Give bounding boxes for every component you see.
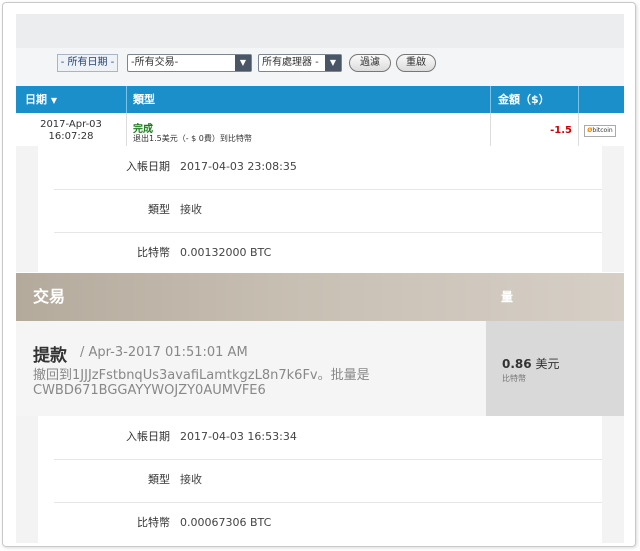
top-bar — [16, 14, 624, 48]
detail-value: 接收 — [180, 473, 202, 486]
detail-row-posted-date: 入帳日期 2017-04-03 23:08:35 — [54, 146, 602, 190]
transaction-type-value: -所有交易- — [131, 57, 179, 68]
detail-block-1: 入帳日期 2017-04-03 23:08:35 類型 接收 比特幣 0.001… — [16, 146, 624, 272]
transaction-amount-value: 0.86 — [502, 357, 532, 371]
detail-label: 類型 — [148, 203, 170, 216]
transaction-description-line-2: CWBD671BGGAYYWOJZY0AUMVFE6 — [33, 383, 266, 398]
sort-down-icon: ▼ — [50, 96, 57, 105]
column-header-date[interactable]: 日期 ▼ — [25, 86, 57, 113]
row-date: 2017-Apr-03 16:07:28 — [16, 119, 126, 143]
table-row[interactable]: 2017-Apr-03 16:07:28 完成 退出1.5美元（- $ 0費）到… — [16, 113, 624, 147]
transaction-info: 提款 / Apr-3-2017 01:51:01 AM 撤回到1JJJzFstb… — [16, 321, 486, 416]
filter-button[interactable]: 過濾 — [349, 54, 391, 72]
detail-label: 比特幣 — [137, 246, 170, 259]
column-header-date-label: 日期 — [25, 93, 47, 106]
detail-row-type: 類型 接收 — [54, 459, 602, 503]
bitcoin-logo-icon: Øbitcoin — [584, 125, 616, 137]
table-header: 日期 ▼ 類型 金額（$） — [16, 86, 624, 113]
processor-logo-text: bitcoin — [592, 127, 613, 134]
detail-row-posted-date: 入帳日期 2017-04-03 16:53:34 — [54, 416, 602, 460]
transaction-date: / Apr-3-2017 01:51:01 AM — [80, 345, 248, 360]
transaction-amount-panel: 0.86 美元 比特幣 — [486, 321, 624, 416]
transaction-amount-unit: 美元 — [535, 357, 560, 371]
column-header-amount: 金額（$） — [498, 93, 550, 106]
reset-button[interactable]: 重啟 — [396, 54, 436, 72]
transaction-card[interactable]: 提款 / Apr-3-2017 01:51:01 AM 撤回到1JJJzFstb… — [16, 321, 624, 416]
detail-value: 0.00132000 BTC — [180, 246, 272, 259]
transaction-type-select[interactable]: -所有交易- ▼ — [127, 54, 252, 72]
row-date-time: 16:07:28 — [48, 131, 94, 142]
row-description: 退出1.5美元（- $ 0費）到比特幣 — [133, 134, 252, 143]
row-amount: -1.5 — [550, 125, 572, 136]
detail-value: 接收 — [180, 203, 202, 216]
transaction-type: 提款 — [33, 346, 67, 366]
detail-label: 入帳日期 — [126, 160, 170, 173]
processor-select[interactable]: 所有處理器 - ▼ — [258, 54, 342, 72]
detail-value: 0.00067306 BTC — [180, 516, 272, 529]
transaction-currency: 比特幣 — [502, 374, 526, 383]
detail-block-2: 入帳日期 2017-04-03 16:53:34 類型 接收 比特幣 0.000… — [16, 416, 624, 543]
transaction-header-title: 交易 — [33, 287, 66, 306]
column-header-type: 類型 — [133, 93, 155, 106]
detail-row-bitcoin: 比特幣 0.00067306 BTC — [54, 502, 602, 545]
transaction-amount: 0.86 美元 — [502, 355, 559, 372]
detail-row-bitcoin: 比特幣 0.00132000 BTC — [54, 232, 602, 275]
transaction-description-line-1: 撤回到1JJJzFstbnqUs3avafiLamtkgzL8n7k6Fv。批量… — [33, 368, 370, 383]
chevron-down-icon: ▼ — [325, 55, 341, 71]
detail-label: 比特幣 — [137, 516, 170, 529]
detail-row-type: 類型 接收 — [54, 189, 602, 233]
processor-value: 所有處理器 - — [262, 57, 319, 68]
detail-value: 2017-04-03 16:53:34 — [180, 430, 297, 443]
transaction-header-amount: 量 — [501, 290, 514, 304]
row-date-day: 2017-Apr-03 — [40, 119, 102, 130]
date-filter-button[interactable]: - 所有日期 - — [57, 54, 118, 72]
transaction-card-header: 交易 量 — [16, 273, 624, 321]
detail-value: 2017-04-03 23:08:35 — [180, 160, 297, 173]
chevron-down-icon: ▼ — [235, 55, 251, 71]
detail-label: 類型 — [148, 473, 170, 486]
detail-label: 入帳日期 — [126, 430, 170, 443]
